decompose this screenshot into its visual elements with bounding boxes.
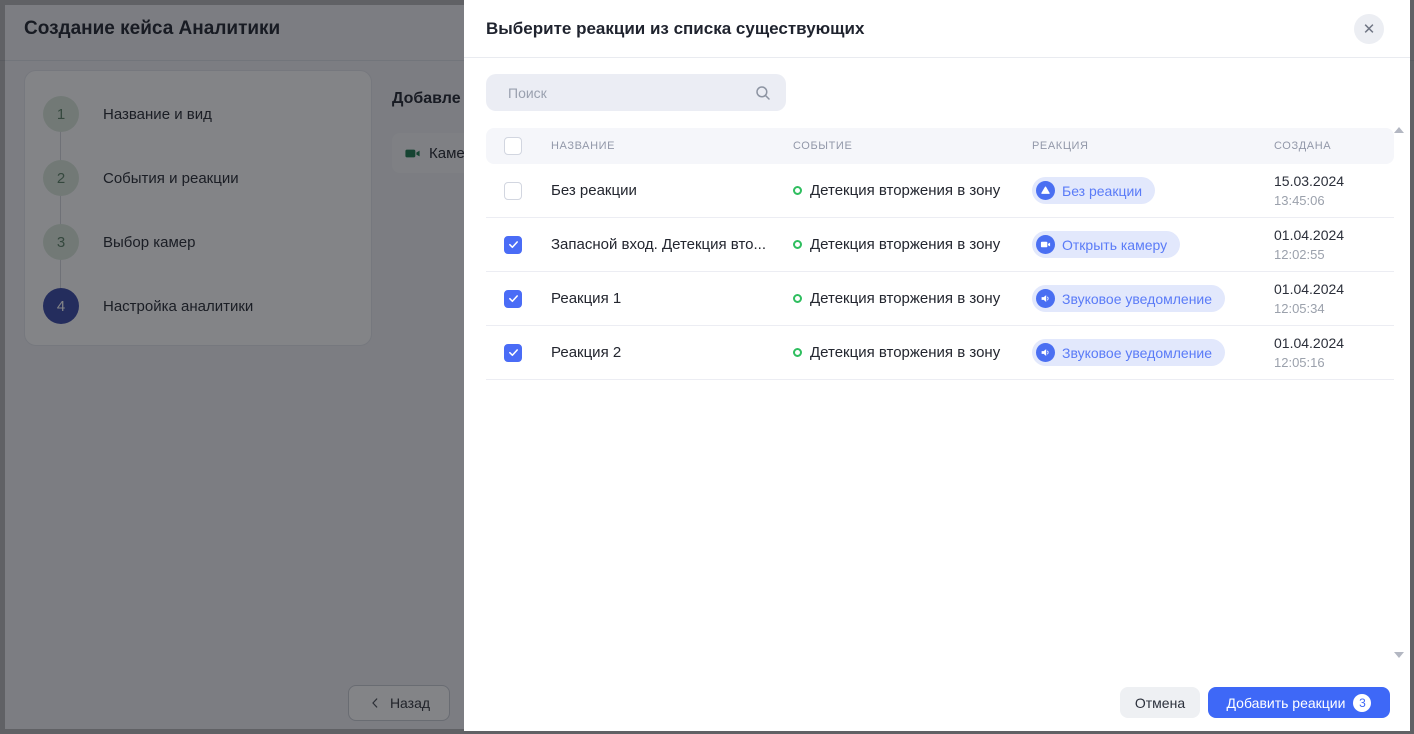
event-cell: Детекция вторжения в зону xyxy=(793,236,1032,253)
reaction-badge: Звуковое уведомление xyxy=(1032,339,1225,366)
created-date: 15.03.2024 xyxy=(1274,172,1394,191)
event-name: Детекция вторжения в зону xyxy=(810,344,1000,361)
reaction-cell: Без реакции xyxy=(1032,177,1274,204)
reaction-cell: Открыть камеру xyxy=(1032,231,1274,258)
no-reaction-icon xyxy=(1036,181,1055,200)
table-row[interactable]: Запасной вход. Детекция вто... Детекция … xyxy=(486,218,1394,272)
event-name: Детекция вторжения в зону xyxy=(810,182,1000,199)
table-row[interactable]: Реакция 1 Детекция вторжения в зону Звук… xyxy=(486,272,1394,326)
header-checkbox-cell xyxy=(486,137,551,155)
modal-header: Выберите реакции из списка существующих … xyxy=(464,0,1410,58)
event-status-icon xyxy=(793,348,802,357)
checkbox-cell xyxy=(486,290,551,308)
table-row[interactable]: Без реакции Детекция вторжения в зону Бе… xyxy=(486,164,1394,218)
column-header-name[interactable]: НАЗВАНИЕ xyxy=(551,140,793,152)
sound-notification-icon xyxy=(1036,343,1055,362)
event-name: Детекция вторжения в зону xyxy=(810,236,1000,253)
reaction-badge: Без реакции xyxy=(1032,177,1155,204)
reaction-name: Реакция 2 xyxy=(551,344,793,361)
reaction-cell: Звуковое уведомление xyxy=(1032,339,1274,366)
row-checkbox[interactable] xyxy=(504,290,522,308)
checkbox-cell xyxy=(486,344,551,362)
select-reactions-modal: Выберите реакции из списка существующих … xyxy=(464,0,1410,731)
event-cell: Детекция вторжения в зону xyxy=(793,182,1032,199)
selected-count-badge: 3 xyxy=(1353,694,1371,712)
column-header-created[interactable]: СОЗДАНА xyxy=(1274,140,1394,152)
created-time: 12:05:16 xyxy=(1274,353,1394,372)
scroll-up-arrow[interactable] xyxy=(1394,127,1404,133)
event-status-icon xyxy=(793,240,802,249)
created-time: 12:05:34 xyxy=(1274,299,1394,318)
reaction-badge-label: Звуковое уведомление xyxy=(1062,345,1212,361)
created-time: 13:45:06 xyxy=(1274,191,1394,210)
add-reactions-label: Добавить реакции xyxy=(1227,695,1346,711)
reaction-name: Запасной вход. Детекция вто... xyxy=(551,236,793,253)
table-header-row: НАЗВАНИЕ СОБЫТИЕ РЕАКЦИЯ СОЗДАНА xyxy=(486,128,1394,164)
close-button[interactable]: ✕ xyxy=(1354,14,1384,44)
add-reactions-button[interactable]: Добавить реакции 3 xyxy=(1208,687,1390,718)
row-checkbox[interactable] xyxy=(504,182,522,200)
table-row[interactable]: Реакция 2 Детекция вторжения в зону Звук… xyxy=(486,326,1394,380)
created-cell: 15.03.2024 13:45:06 xyxy=(1274,172,1394,210)
search-icon[interactable] xyxy=(754,84,772,102)
reaction-badge: Звуковое уведомление xyxy=(1032,285,1225,312)
created-cell: 01.04.2024 12:05:16 xyxy=(1274,334,1394,372)
modal-title: Выберите реакции из списка существующих xyxy=(486,19,864,39)
reactions-table: НАЗВАНИЕ СОБЫТИЕ РЕАКЦИЯ СОЗДАНА Без реа… xyxy=(486,128,1394,380)
created-date: 01.04.2024 xyxy=(1274,280,1394,299)
cancel-button[interactable]: Отмена xyxy=(1120,687,1200,718)
row-checkbox[interactable] xyxy=(504,236,522,254)
column-header-event[interactable]: СОБЫТИЕ xyxy=(793,140,1032,152)
search-input[interactable] xyxy=(486,85,754,101)
event-name: Детекция вторжения в зону xyxy=(810,290,1000,307)
created-date: 01.04.2024 xyxy=(1274,334,1394,353)
select-all-checkbox[interactable] xyxy=(504,137,522,155)
event-cell: Детекция вторжения в зону xyxy=(793,290,1032,307)
created-date: 01.04.2024 xyxy=(1274,226,1394,245)
created-cell: 01.04.2024 12:05:34 xyxy=(1274,280,1394,318)
reaction-name: Без реакции xyxy=(551,182,793,199)
sound-notification-icon xyxy=(1036,289,1055,308)
reaction-badge-label: Без реакции xyxy=(1062,183,1142,199)
search-field xyxy=(486,74,786,111)
created-cell: 01.04.2024 12:02:55 xyxy=(1274,226,1394,264)
reaction-badge: Открыть камеру xyxy=(1032,231,1180,258)
event-status-icon xyxy=(793,186,802,195)
row-checkbox[interactable] xyxy=(504,344,522,362)
column-header-reaction[interactable]: РЕАКЦИЯ xyxy=(1032,140,1274,152)
event-status-icon xyxy=(793,294,802,303)
reaction-badge-label: Звуковое уведомление xyxy=(1062,291,1212,307)
created-time: 12:02:55 xyxy=(1274,245,1394,264)
checkbox-cell xyxy=(486,236,551,254)
close-icon: ✕ xyxy=(1363,20,1376,38)
reaction-name: Реакция 1 xyxy=(551,290,793,307)
scroll-down-arrow[interactable] xyxy=(1394,652,1404,658)
reaction-badge-label: Открыть камеру xyxy=(1062,237,1167,253)
open-camera-icon xyxy=(1036,235,1055,254)
checkbox-cell xyxy=(486,182,551,200)
reaction-cell: Звуковое уведомление xyxy=(1032,285,1274,312)
event-cell: Детекция вторжения в зону xyxy=(793,344,1032,361)
